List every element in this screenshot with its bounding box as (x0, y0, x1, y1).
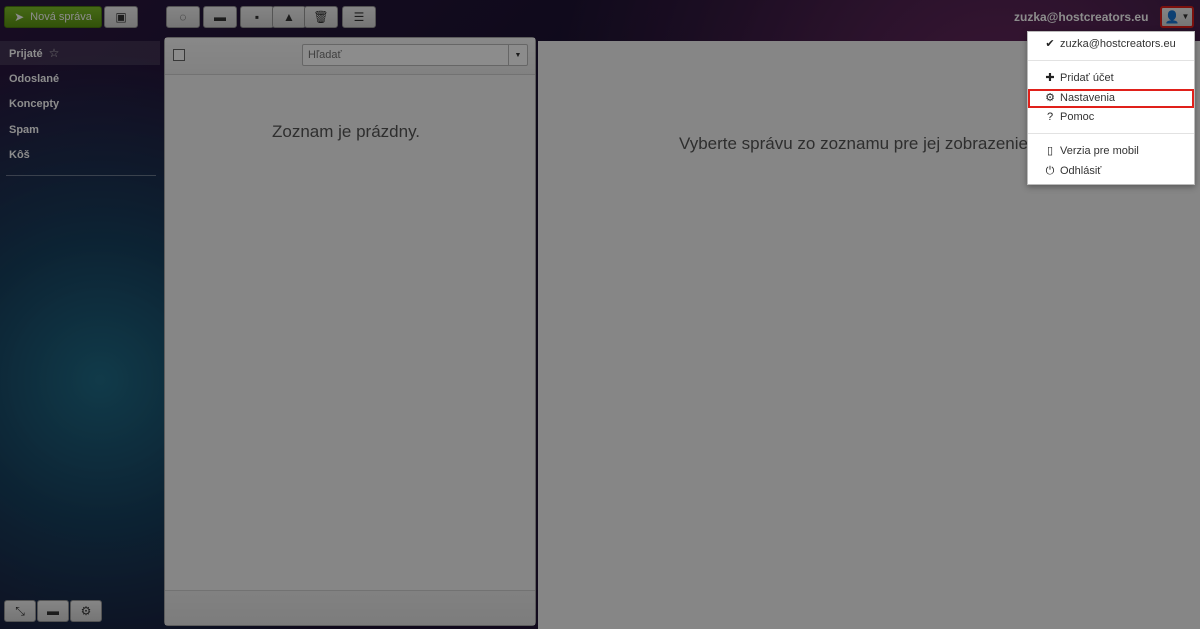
menu-item-label: zuzka@hostcreators.eu (1060, 38, 1176, 50)
message-list-header: ▼ (165, 38, 535, 75)
gear-icon: ⚙ (80, 604, 92, 618)
move-to-folder-button[interactable]: ▬ (203, 6, 237, 28)
add-folder-button[interactable]: ▬ (37, 600, 69, 622)
plus-icon: ✚ (1045, 72, 1055, 84)
check-icon: ✔ (1045, 38, 1055, 50)
menu-item-add-account[interactable]: ✚ Pridať účet (1028, 69, 1194, 88)
help-icon: ? (1046, 111, 1054, 123)
refresh-icon: ◌ (179, 10, 187, 24)
star-icon[interactable]: ☆ (49, 46, 60, 60)
contacts-button[interactable]: ▣ (104, 6, 138, 28)
message-list-pane: ▼ Zoznam je prázdny. (164, 37, 536, 626)
select-all-checkbox[interactable] (173, 49, 185, 61)
sidebar-item-sent[interactable]: Odoslané (0, 67, 160, 91)
account-dropdown-menu: ✔ zuzka@hostcreators.eu ✚ Pridať účet ⚙ … (1027, 31, 1195, 185)
search-options-button[interactable]: ▼ (508, 45, 527, 65)
menu-divider (1028, 60, 1194, 61)
archive-icon: ▪ (254, 10, 260, 24)
search-field: ▼ (302, 44, 528, 66)
sidebar-item-label: Kôš (9, 149, 30, 161)
settings-button[interactable]: ⚙ (70, 600, 102, 622)
menu-item-logout[interactable]: ⏻ Odhlásiť (1028, 162, 1194, 181)
menu-item-current-account[interactable]: ✔ zuzka@hostcreators.eu (1028, 35, 1194, 54)
menu-item-label: Pridať účet (1060, 72, 1114, 84)
sidebar-divider (6, 175, 156, 176)
mobile-icon: ▯ (1046, 145, 1054, 157)
sidebar-item-label: Prijaté (9, 48, 43, 60)
folder-icon: ▬ (214, 10, 226, 24)
warning-icon: ▲ (283, 10, 295, 24)
menu-icon: ☰ (353, 10, 365, 24)
more-button[interactable]: ☰ (342, 6, 376, 28)
compose-button[interactable]: ➤ Nová správa (4, 6, 102, 28)
menu-item-label: Verzia pre mobil (1060, 145, 1139, 157)
collapse-icon: ⤡ (15, 604, 25, 618)
user-menu-button[interactable]: 👤 ▼ (1160, 6, 1194, 28)
menu-item-mobile-version[interactable]: ▯ Verzia pre mobil (1028, 142, 1194, 161)
empty-preview-text: Vyberte správu zo zoznamu pre jej zobraz… (679, 134, 1033, 153)
archive-button[interactable]: ▪ (240, 6, 274, 28)
caret-down-icon: ▼ (514, 51, 522, 59)
compose-label: Nová správa (30, 11, 92, 23)
sidebar-item-spam[interactable]: Spam (0, 118, 160, 142)
sidebar-item-inbox[interactable]: Prijaté ☆ (0, 41, 160, 65)
message-list-footer (165, 590, 535, 625)
account-email: zuzka@hostcreators.eu (1014, 10, 1149, 24)
delete-button[interactable]: 🗑 (304, 6, 338, 28)
sidebar-item-trash[interactable]: Kôš (0, 143, 160, 167)
empty-list-text: Zoznam je prázdny. (272, 122, 421, 141)
refresh-button[interactable]: ◌ (166, 6, 200, 28)
sidebar-item-label: Odoslané (9, 73, 60, 85)
menu-item-label: Nastavenia (1060, 92, 1116, 104)
folder-plus-icon: ▬ (47, 604, 59, 618)
user-icon: 👤 (1164, 10, 1180, 24)
menu-divider (1028, 133, 1194, 134)
chevron-down-icon: ▼ (1181, 12, 1190, 21)
gear-icon: ⚙ (1045, 92, 1055, 104)
spam-button[interactable]: ▲ (272, 6, 306, 28)
paper-plane-icon: ➤ (14, 10, 25, 24)
sidebar-item-label: Spam (9, 124, 39, 136)
trash-icon: 🗑 (313, 10, 329, 24)
sidebar-item-label: Koncepty (9, 98, 60, 110)
collapse-button[interactable]: ⤡ (4, 600, 36, 622)
menu-item-label: Odhlásiť (1060, 165, 1102, 177)
search-input[interactable] (303, 45, 519, 65)
power-icon: ⏻ (1045, 165, 1055, 177)
contacts-icon: ▣ (115, 10, 127, 24)
menu-item-help[interactable]: ? Pomoc (1028, 108, 1194, 127)
menu-item-label: Pomoc (1060, 111, 1095, 123)
sidebar-item-drafts[interactable]: Koncepty (0, 92, 160, 116)
menu-item-settings[interactable]: ⚙ Nastavenia (1028, 89, 1194, 108)
